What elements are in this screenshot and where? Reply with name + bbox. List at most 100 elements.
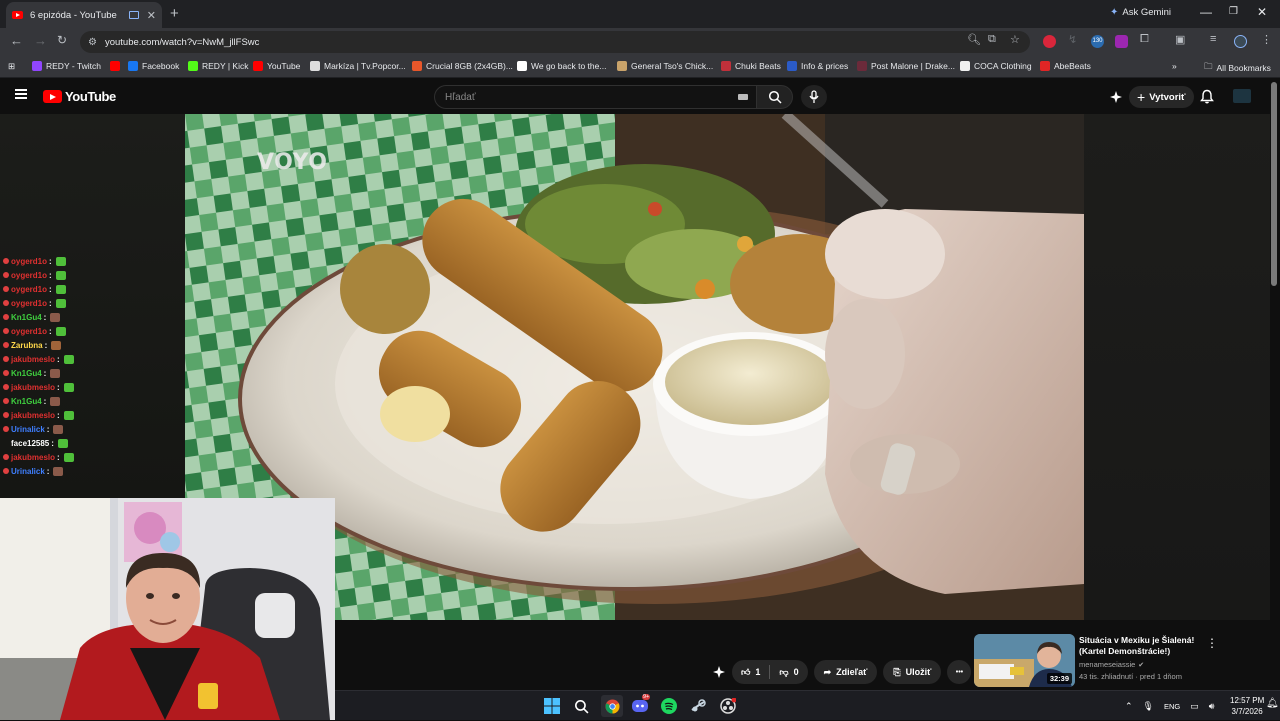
chat-badge-icon — [3, 286, 9, 292]
dislike-button[interactable]: 👎︎ 0 — [770, 667, 807, 678]
extension-red-icon[interactable] — [1043, 35, 1056, 48]
tray-overflow-chevron-icon[interactable]: ⌃ — [1125, 701, 1133, 712]
bookmark-item[interactable]: Info & prices — [787, 61, 848, 71]
bookmark-item[interactable]: We go back to the... — [517, 61, 606, 71]
create-button[interactable]: + Vytvoriť — [1129, 86, 1194, 108]
maximize-window-button[interactable]: ❐ — [1229, 6, 1238, 17]
search-button[interactable] — [756, 85, 793, 109]
reload-icon[interactable]: ↻ — [57, 33, 67, 47]
extension-badge-icon[interactable]: 130 — [1091, 35, 1104, 48]
chat-emote-icon — [50, 312, 61, 322]
chat-username[interactable]: oygerd1o — [11, 327, 47, 336]
recommended-video-card[interactable]: 32:39 Situácia v Mexiku je Šialená! (Kar… — [974, 634, 1224, 690]
chat-username[interactable]: Zarubna — [11, 341, 43, 350]
obs-taskbar-icon[interactable] — [719, 697, 737, 715]
bookmark-item[interactable]: YouTube — [253, 61, 300, 71]
chat-username[interactable]: jakubmeslo — [11, 411, 55, 420]
chat-username[interactable]: jakubmeslo — [11, 383, 55, 392]
notifications-bell-icon[interactable] — [1200, 89, 1214, 104]
chat-username[interactable]: oygerd1o — [11, 271, 47, 280]
voice-search-button[interactable] — [801, 85, 827, 109]
tray-display-icon[interactable]: ▭ — [1190, 701, 1199, 712]
spotify-taskbar-icon[interactable] — [660, 697, 678, 715]
recommended-channel[interactable]: menameseiassie ✔ — [1079, 660, 1144, 669]
chat-message: oygerd1o: — [3, 268, 183, 282]
save-button[interactable]: ⎘ Uložiť — [883, 660, 942, 684]
more-actions-button[interactable]: ••• — [947, 660, 972, 684]
menu-hamburger-icon[interactable] — [15, 89, 27, 99]
ask-gemini-button[interactable]: ✦ Ask Gemini — [1110, 7, 1171, 18]
notifications-icon[interactable]: 🔔︎ — [1266, 698, 1279, 709]
account-avatar[interactable] — [1233, 89, 1251, 103]
bookmark-item[interactable] — [110, 61, 120, 71]
chat-username[interactable]: Kn1Gu4 — [11, 397, 42, 406]
search-input[interactable] — [445, 91, 725, 103]
chat-username[interactable]: jakubmeslo — [11, 453, 55, 462]
chrome-taskbar-icon[interactable] — [601, 695, 623, 717]
chat-username[interactable]: Kn1Gu4 — [11, 313, 42, 322]
chat-emote-icon — [63, 410, 74, 420]
new-tab-button[interactable]: + — [170, 5, 179, 22]
chat-username[interactable]: jakubmeslo — [11, 355, 55, 364]
back-arrow-icon[interactable]: ← — [10, 33, 23, 48]
address-bar[interactable]: ⚙ youtube.com/watch?v=NwM_jllFSwc — [80, 31, 1030, 53]
profile-avatar[interactable] — [1234, 35, 1247, 48]
minimize-window-button[interactable]: — — [1200, 5, 1212, 19]
ai-sparkle-icon[interactable] — [1109, 90, 1123, 104]
chat-username[interactable]: oygerd1o — [11, 285, 47, 294]
media-controls-icon[interactable]: ≡ — [1210, 33, 1216, 45]
youtube-logo[interactable]: YouTube — [43, 89, 116, 104]
extensions-puzzle-icon[interactable]: ⧠ — [1140, 33, 1149, 46]
windows-start-icon[interactable] — [543, 697, 561, 715]
tray-language[interactable]: ENG — [1164, 702, 1180, 711]
taskbar-search-icon[interactable] — [572, 697, 590, 715]
tab-close-icon[interactable]: ✕ — [147, 9, 156, 22]
page-scrollbar[interactable] — [1271, 82, 1277, 286]
chat-username[interactable]: Urinalick — [11, 467, 45, 476]
side-panel-icon[interactable]: ▣ — [1175, 33, 1185, 46]
taskbar-clock[interactable]: 12:57 PM 3/7/2026 — [1230, 695, 1264, 717]
chat-username[interactable]: oygerd1o — [11, 257, 47, 266]
bookmark-star-icon[interactable]: ☆ — [1010, 33, 1020, 46]
webcam-image — [0, 498, 335, 720]
bookmark-item[interactable]: Crucial 8GB (2x4GB)... — [412, 61, 513, 71]
bookmark-item[interactable]: Chuki Beats — [721, 61, 781, 71]
bookmark-item[interactable]: Post Malone | Drake... — [857, 61, 955, 71]
bookmark-item[interactable]: AbeBeats — [1040, 61, 1091, 71]
extension-purple-icon[interactable] — [1115, 35, 1128, 48]
bookmarks-overflow-button[interactable]: » — [1172, 61, 1177, 71]
apps-grid-icon[interactable]: ⊞ — [8, 61, 15, 72]
share-button[interactable]: ➦ Zdieľať — [813, 660, 878, 684]
close-window-button[interactable]: ✕ — [1257, 5, 1267, 19]
keyboard-icon[interactable] — [738, 94, 748, 100]
bookmark-item[interactable]: General Tso's Chick... — [617, 61, 713, 71]
recommended-thumbnail[interactable]: 32:39 — [974, 634, 1075, 687]
bookmark-item[interactable]: REDY | Kick — [188, 61, 248, 71]
bookmark-item[interactable]: Facebook — [128, 61, 179, 71]
chat-separator: : — [51, 438, 54, 448]
chrome-menu-icon[interactable]: ⋮ — [1261, 33, 1272, 46]
discord-taskbar-icon[interactable]: 9+ — [631, 694, 651, 715]
zoom-icon[interactable]: 🔍︎ — [967, 33, 981, 46]
like-button[interactable]: 👍︎ 1 — [732, 667, 769, 678]
chat-username[interactable]: oygerd1o — [11, 299, 47, 308]
bookmark-favicon-icon — [721, 61, 731, 71]
extension-gray-icon[interactable]: ↯ — [1068, 33, 1077, 46]
install-app-icon[interactable]: ⧉ — [988, 33, 996, 46]
chat-username[interactable]: face12585 — [11, 439, 49, 448]
tray-volume-icon[interactable]: 🔊︎ — [1209, 701, 1215, 712]
chat-username[interactable]: Urinalick — [11, 425, 45, 434]
site-info-icon[interactable]: ⚙ — [88, 37, 97, 48]
chat-username[interactable]: Kn1Gu4 — [11, 369, 42, 378]
browser-tab-active[interactable]: 6 epizóda - YouTube ✕ — [6, 2, 162, 28]
bookmark-item[interactable]: Markíza | Tv.Popcor... — [310, 61, 406, 71]
ai-sparkle-icon[interactable] — [712, 665, 726, 679]
tray-microphone-icon[interactable]: 🎙︎ — [1143, 701, 1154, 712]
bookmark-item[interactable]: COCA Clothing — [960, 61, 1032, 71]
bookmark-item[interactable]: REDY - Twitch — [32, 61, 101, 71]
steam-taskbar-icon[interactable] — [689, 697, 707, 715]
recommended-title[interactable]: Situácia v Mexiku je Šialená! (Kartel De… — [1079, 635, 1201, 657]
forward-arrow-icon[interactable]: → — [34, 33, 47, 48]
recommended-more-icon[interactable]: ⋮ — [1206, 636, 1218, 650]
all-bookmarks-button[interactable]: 🗀 All Bookmarks — [1204, 61, 1271, 75]
